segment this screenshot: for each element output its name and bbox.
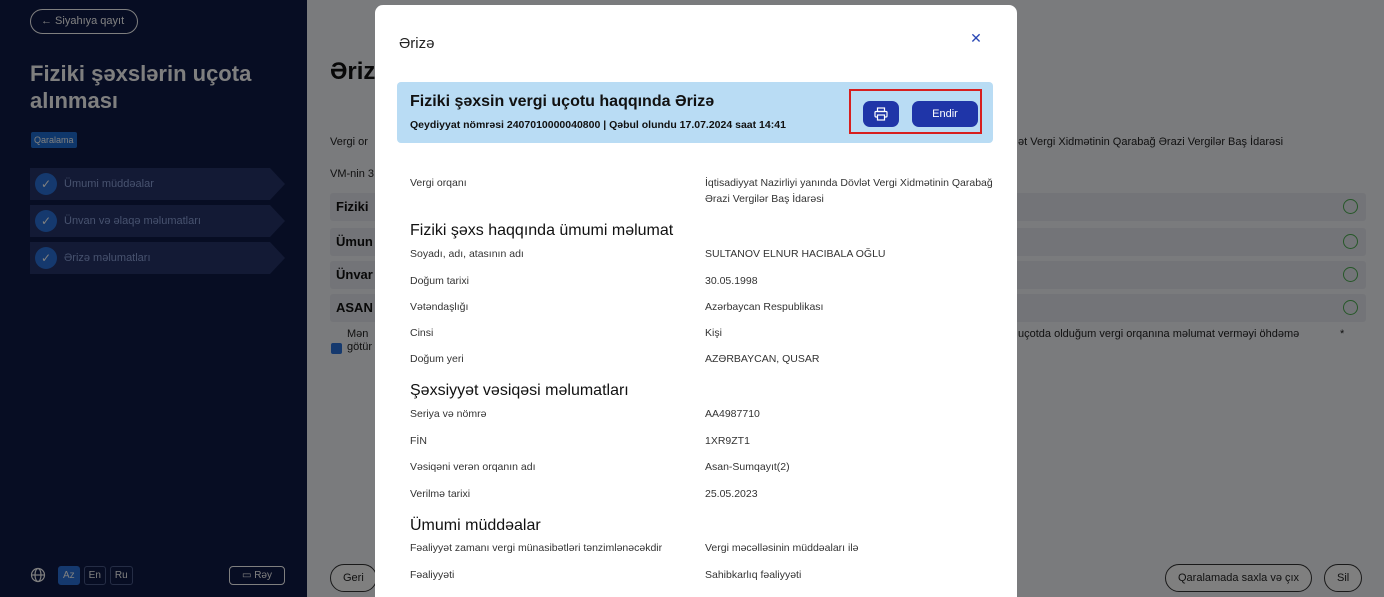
download-button[interactable]: Endir <box>912 101 978 127</box>
print-button[interactable] <box>863 101 899 127</box>
gender-value: Kişi <box>705 327 722 339</box>
application-header: Fiziki şəxsin vergi uçotu haqqında Ərizə… <box>397 82 993 143</box>
full-name-value: SULTANOV ELNUR HACIBALA OĞLU <box>705 248 886 260</box>
birth-date-label: Doğum tarixi <box>410 275 469 287</box>
application-title: Fiziki şəxsin vergi uçotu haqqında Ərizə <box>410 93 715 110</box>
tax-authority-label: Vergi orqanı <box>410 177 467 189</box>
full-name-label: Soyadı, adı, atasının adı <box>410 248 524 260</box>
birth-place-value: AZƏRBAYCAN, QUSAR <box>705 353 820 365</box>
close-icon[interactable]: ✕ <box>968 30 984 46</box>
citizenship-label: Vətəndaşlığı <box>410 301 469 313</box>
issuing-authority-value: Asan-Sumqayıt(2) <box>705 461 790 473</box>
modal-title: Ərizə <box>399 35 435 52</box>
activity-label: Fəaliyyəti <box>410 569 455 581</box>
tax-relations-label: Fəaliyyət zamanı vergi münasibətləri tən… <box>410 542 663 554</box>
tax-relations-value: Vergi məcəlləsinin müddəaları ilə <box>705 542 859 554</box>
serial-number-label: Seriya və nömrə <box>410 408 487 420</box>
birth-place-label: Doğum yeri <box>410 353 464 365</box>
application-subtitle: Qeydiyyat nömrəsi 2407010000040800 | Qəb… <box>410 119 786 131</box>
general-section-title: Ümumi müddəalar <box>410 517 541 534</box>
id-section-title: Şəxsiyyət vəsiqəsi məlumatları <box>410 382 629 399</box>
application-modal: Ərizə ✕ Fiziki şəxsin vergi uçotu haqqın… <box>375 5 1017 597</box>
person-section-title: Fiziki şəxs haqqında ümumi məlumat <box>410 222 674 239</box>
printer-icon <box>874 107 888 121</box>
tax-authority-value: İqtisadiyyat Nazirliyi yanında Dövlət Ve… <box>705 177 993 205</box>
issuing-authority-label: Vəsiqəni verən orqanın adı <box>410 461 536 473</box>
issue-date-label: Verilmə tarixi <box>410 488 471 500</box>
issue-date-value: 25.05.2023 <box>705 488 758 500</box>
citizenship-value: Azərbaycan Respublikası <box>705 301 824 313</box>
gender-label: Cinsi <box>410 327 434 339</box>
fin-label: FİN <box>410 435 427 447</box>
fin-value: 1XR9ZT1 <box>705 435 750 447</box>
birth-date-value: 30.05.1998 <box>705 275 758 287</box>
serial-number-value: AA4987710 <box>705 408 760 420</box>
activity-value: Sahibkarlıq fəaliyyəti <box>705 569 802 581</box>
